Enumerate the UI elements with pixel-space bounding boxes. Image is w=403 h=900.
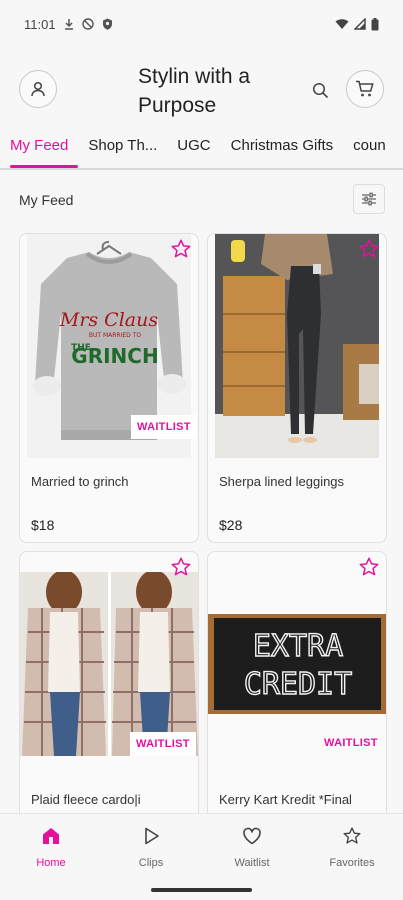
- star-icon: [343, 827, 361, 844]
- chalkboard-line-1: EXTRA: [253, 629, 343, 664]
- waitlist-badge: WAITLIST: [130, 732, 196, 756]
- home-icon: [43, 828, 59, 844]
- category-tabs: My Feed Shop Th... UGC Christmas Gifts c…: [0, 130, 403, 170]
- tab-coun[interactable]: coun: [343, 130, 396, 168]
- feed-title: My Feed: [19, 192, 74, 208]
- heart-icon: [243, 827, 261, 845]
- battery-icon: [371, 17, 379, 30]
- account-button[interactable]: [19, 70, 57, 108]
- download-icon: [64, 19, 73, 30]
- store-title: Stylin with a Purpose: [138, 65, 251, 117]
- product-name: Married to grinch: [31, 474, 129, 489]
- favorite-star-icon[interactable]: [170, 238, 192, 260]
- sweater-print-line-4: GRINCH: [71, 344, 158, 368]
- play-icon: [145, 827, 159, 845]
- product-image-leggings: [215, 234, 379, 458]
- product-image-extra-credit: EXTRA CREDIT: [208, 614, 386, 714]
- nav-clips-label: Clips: [138, 857, 164, 869]
- nav-home-label: Home: [36, 857, 66, 869]
- sliders-icon: [362, 192, 376, 206]
- favorite-star-icon[interactable]: [358, 238, 380, 260]
- search-button[interactable]: [308, 78, 332, 102]
- product-image-plaid-cardigan: [20, 572, 198, 756]
- wifi-icon: [335, 19, 349, 29]
- cart-button[interactable]: [346, 70, 384, 108]
- sweater-print-line-1: Mrs Claus: [59, 309, 159, 331]
- status-time: 11:01: [24, 16, 56, 32]
- favorite-star-icon[interactable]: [358, 556, 380, 578]
- tab-ugc[interactable]: UGC: [167, 130, 220, 168]
- product-card[interactable]: Sherpa lined leggings $28: [207, 233, 387, 543]
- search-icon: [312, 82, 328, 98]
- filter-button[interactable]: [353, 184, 385, 214]
- nav-favorites[interactable]: Favorites: [312, 826, 392, 869]
- user-icon: [31, 81, 45, 97]
- status-bar: 11:01: [0, 0, 403, 48]
- signal-icon: [354, 18, 366, 30]
- product-name: Plaid fleece cardo|i: [31, 792, 141, 807]
- tab-shop-the-look[interactable]: Shop Th...: [78, 130, 167, 168]
- app-header: Stylin with a Purpose: [0, 58, 403, 120]
- product-card[interactable]: Mrs Claus BUT MARRIED TO THE GRINCH WAIT…: [19, 233, 199, 543]
- nav-clips[interactable]: Clips: [111, 826, 191, 869]
- product-price: $18: [31, 517, 55, 533]
- tab-christmas-gifts[interactable]: Christmas Gifts: [221, 130, 344, 168]
- waitlist-badge: WAITLIST: [324, 737, 378, 749]
- feed-header: My Feed: [0, 184, 403, 216]
- product-name: Kerry Kart Kredit *Final: [219, 792, 352, 807]
- product-price: $28: [219, 517, 243, 533]
- bottom-nav: Home Clips Waitlist Favorites: [0, 813, 403, 900]
- shield-icon: [102, 18, 112, 30]
- waitlist-badge: WAITLIST: [131, 415, 197, 439]
- home-indicator[interactable]: [151, 888, 252, 892]
- favorite-star-icon[interactable]: [170, 556, 192, 578]
- sweater-print-line-2: BUT MARRIED TO: [89, 332, 141, 339]
- nav-waitlist[interactable]: Waitlist: [212, 826, 292, 869]
- tab-my-feed[interactable]: My Feed: [0, 130, 79, 168]
- chalkboard-line-2: CREDIT: [244, 667, 352, 702]
- nav-favorites-label: Favorites: [329, 857, 375, 869]
- nav-home[interactable]: Home: [11, 826, 91, 869]
- cart-icon: [356, 80, 374, 97]
- nav-waitlist-label: Waitlist: [234, 857, 270, 869]
- product-name: Sherpa lined leggings: [219, 474, 345, 489]
- dnd-icon: [81, 18, 94, 30]
